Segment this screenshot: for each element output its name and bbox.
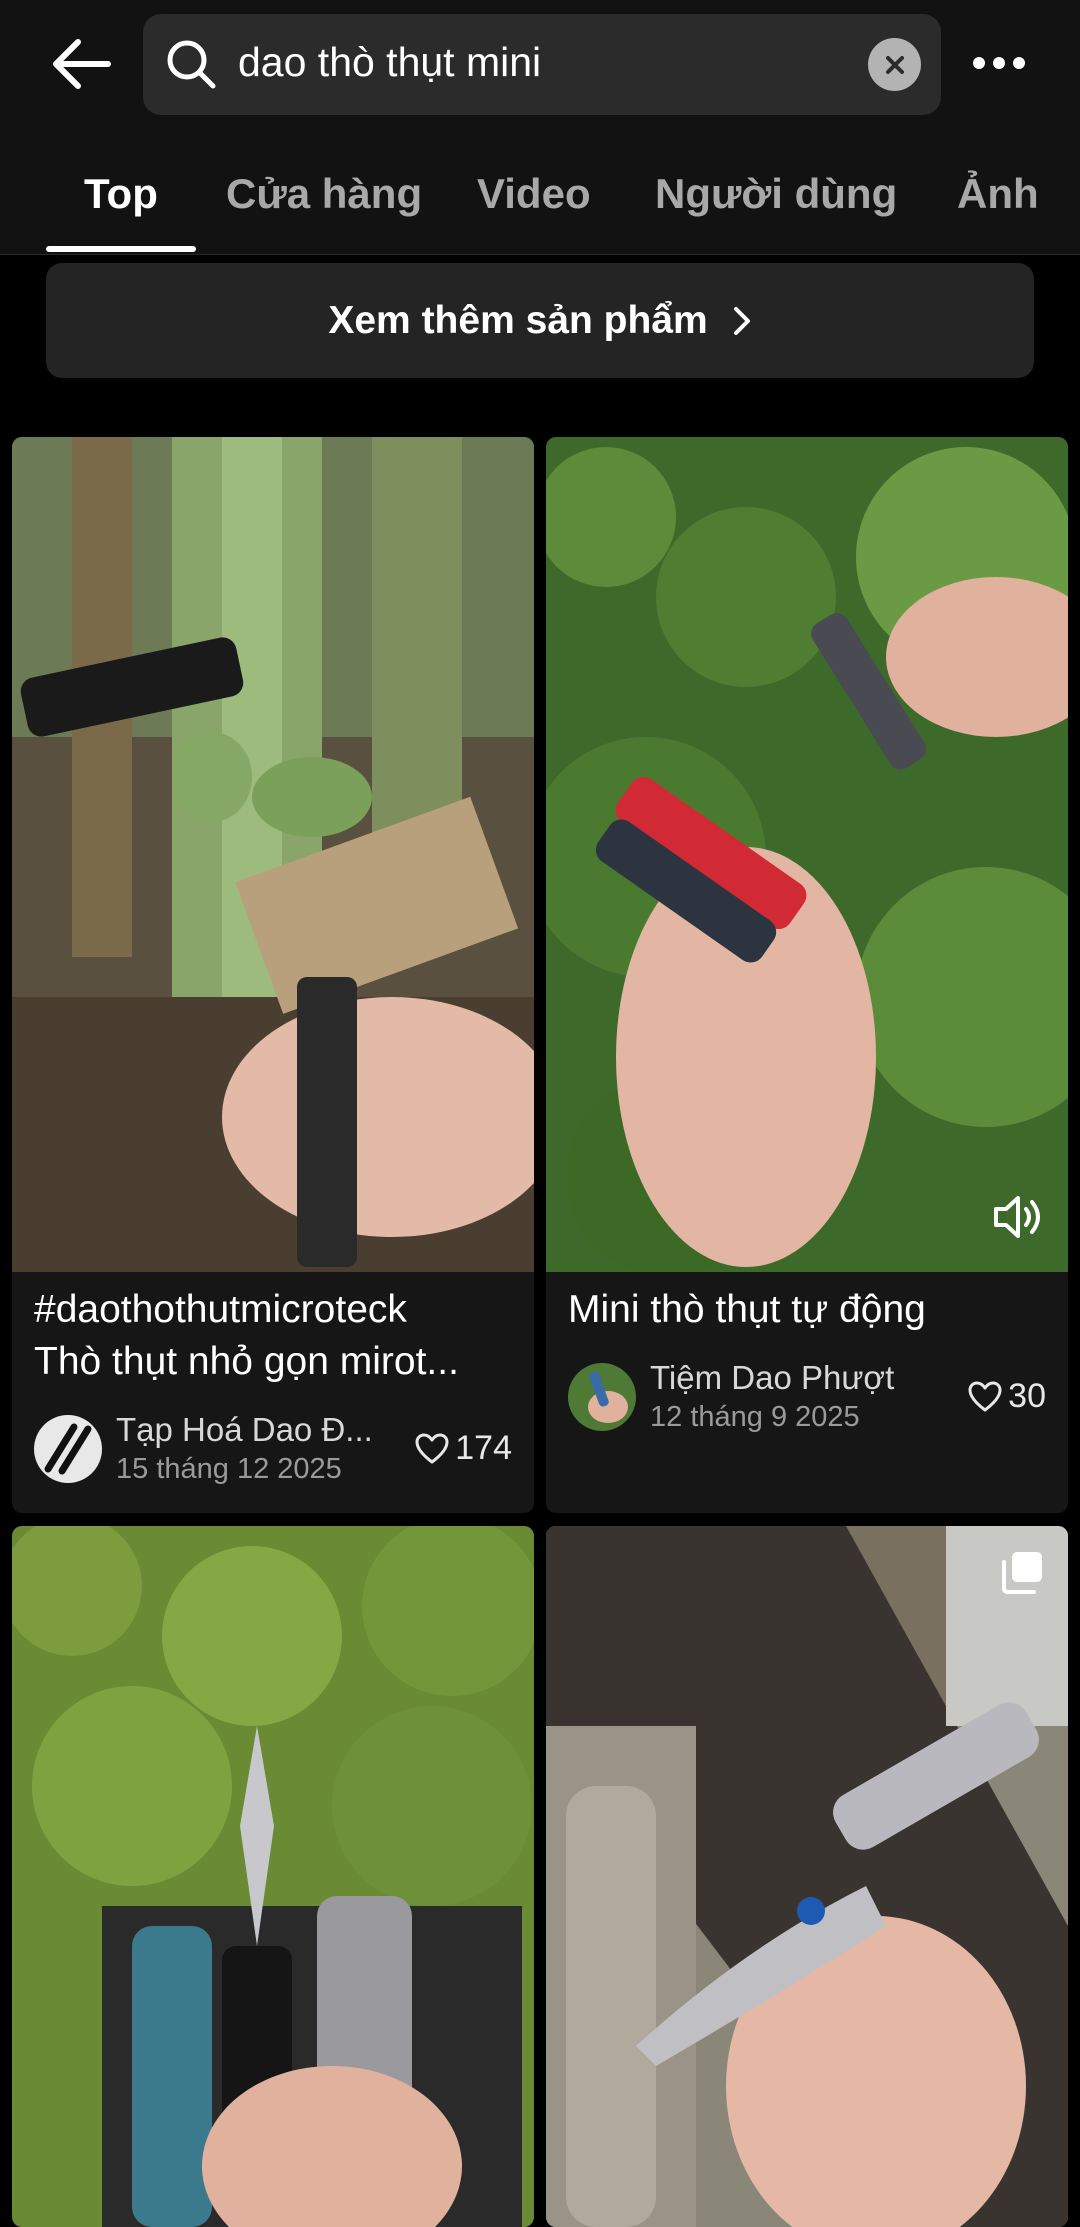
video-caption[interactable]: Mini thò thụt tự động bbox=[568, 1284, 1046, 1336]
search-input[interactable]: dao thò thụt mini bbox=[238, 39, 541, 86]
video-caption[interactable]: #daothothutmicroteck Thò thụt nhỏ gọn mi… bbox=[34, 1284, 512, 1388]
dot-icon bbox=[973, 57, 985, 69]
caption-line: #daothothutmicroteck bbox=[34, 1288, 407, 1331]
top-bar: dao thò thụt mini Top Cửa hàng Video Ngư… bbox=[0, 0, 1080, 255]
tab-users[interactable]: Người dùng bbox=[655, 170, 897, 218]
avatar[interactable] bbox=[34, 1415, 102, 1483]
heart-icon bbox=[415, 1433, 449, 1463]
back-button[interactable] bbox=[40, 28, 120, 100]
multi-photo-icon bbox=[1002, 1552, 1042, 1594]
video-card[interactable]: Mini thò thụt tự động Tiệm Dao Phượt 12 … bbox=[546, 437, 1068, 1513]
clear-search-button[interactable] bbox=[868, 38, 921, 91]
author-row[interactable]: Tạp Hoá Dao Đ... 15 tháng 12 2025 174 bbox=[34, 1411, 512, 1491]
post-date: 12 tháng 9 2025 bbox=[650, 1401, 860, 1433]
search-tabs: Top Cửa hàng Video Người dùng Ảnh bbox=[0, 150, 1080, 255]
active-tab-indicator bbox=[46, 246, 196, 252]
caption-line: Mini thò thụt tự động bbox=[568, 1288, 926, 1331]
caption-line: Thò thụt nhỏ gọn mirot... bbox=[34, 1340, 459, 1383]
photo-thumbnail[interactable] bbox=[546, 1526, 1068, 2227]
tab-shop[interactable]: Cửa hàng bbox=[226, 170, 422, 218]
chevron-right-icon bbox=[733, 306, 750, 335]
tab-photos[interactable]: Ảnh bbox=[957, 170, 1039, 218]
divider bbox=[0, 254, 1080, 255]
video-card[interactable] bbox=[12, 1526, 534, 2227]
video-thumbnail[interactable] bbox=[12, 437, 534, 1272]
dot-icon bbox=[1013, 57, 1025, 69]
more-options-button[interactable] bbox=[962, 30, 1036, 96]
see-more-products-label: Xem thêm sản phẩm bbox=[328, 298, 708, 342]
arrow-left-icon bbox=[53, 39, 111, 89]
post-date: 15 tháng 12 2025 bbox=[116, 1453, 342, 1485]
avatar[interactable] bbox=[568, 1363, 636, 1431]
author-name[interactable]: Tạp Hoá Dao Đ... bbox=[116, 1411, 386, 1449]
speaker-icon[interactable] bbox=[990, 1189, 1046, 1245]
video-thumbnail[interactable] bbox=[546, 437, 1068, 1272]
video-thumbnail[interactable] bbox=[12, 1526, 534, 2227]
author-row[interactable]: Tiệm Dao Phượt 12 tháng 9 2025 30 bbox=[568, 1359, 1046, 1439]
dot-icon bbox=[993, 57, 1005, 69]
search-icon bbox=[167, 40, 216, 89]
like-count[interactable]: 30 bbox=[968, 1377, 1046, 1416]
heart-icon bbox=[968, 1381, 1002, 1411]
like-count-value: 30 bbox=[1008, 1377, 1046, 1415]
author-name[interactable]: Tiệm Dao Phượt bbox=[650, 1359, 920, 1397]
see-more-products-button[interactable]: Xem thêm sản phẩm bbox=[46, 263, 1034, 378]
search-bar[interactable]: dao thò thụt mini bbox=[143, 14, 941, 115]
video-card[interactable]: #daothothutmicroteck Thò thụt nhỏ gọn mi… bbox=[12, 437, 534, 1513]
like-count-value: 174 bbox=[455, 1429, 512, 1467]
tab-top[interactable]: Top bbox=[84, 170, 158, 218]
like-count[interactable]: 174 bbox=[415, 1429, 512, 1468]
tab-video[interactable]: Video bbox=[477, 170, 591, 218]
photo-card[interactable] bbox=[546, 1526, 1068, 2227]
close-icon bbox=[885, 55, 904, 74]
